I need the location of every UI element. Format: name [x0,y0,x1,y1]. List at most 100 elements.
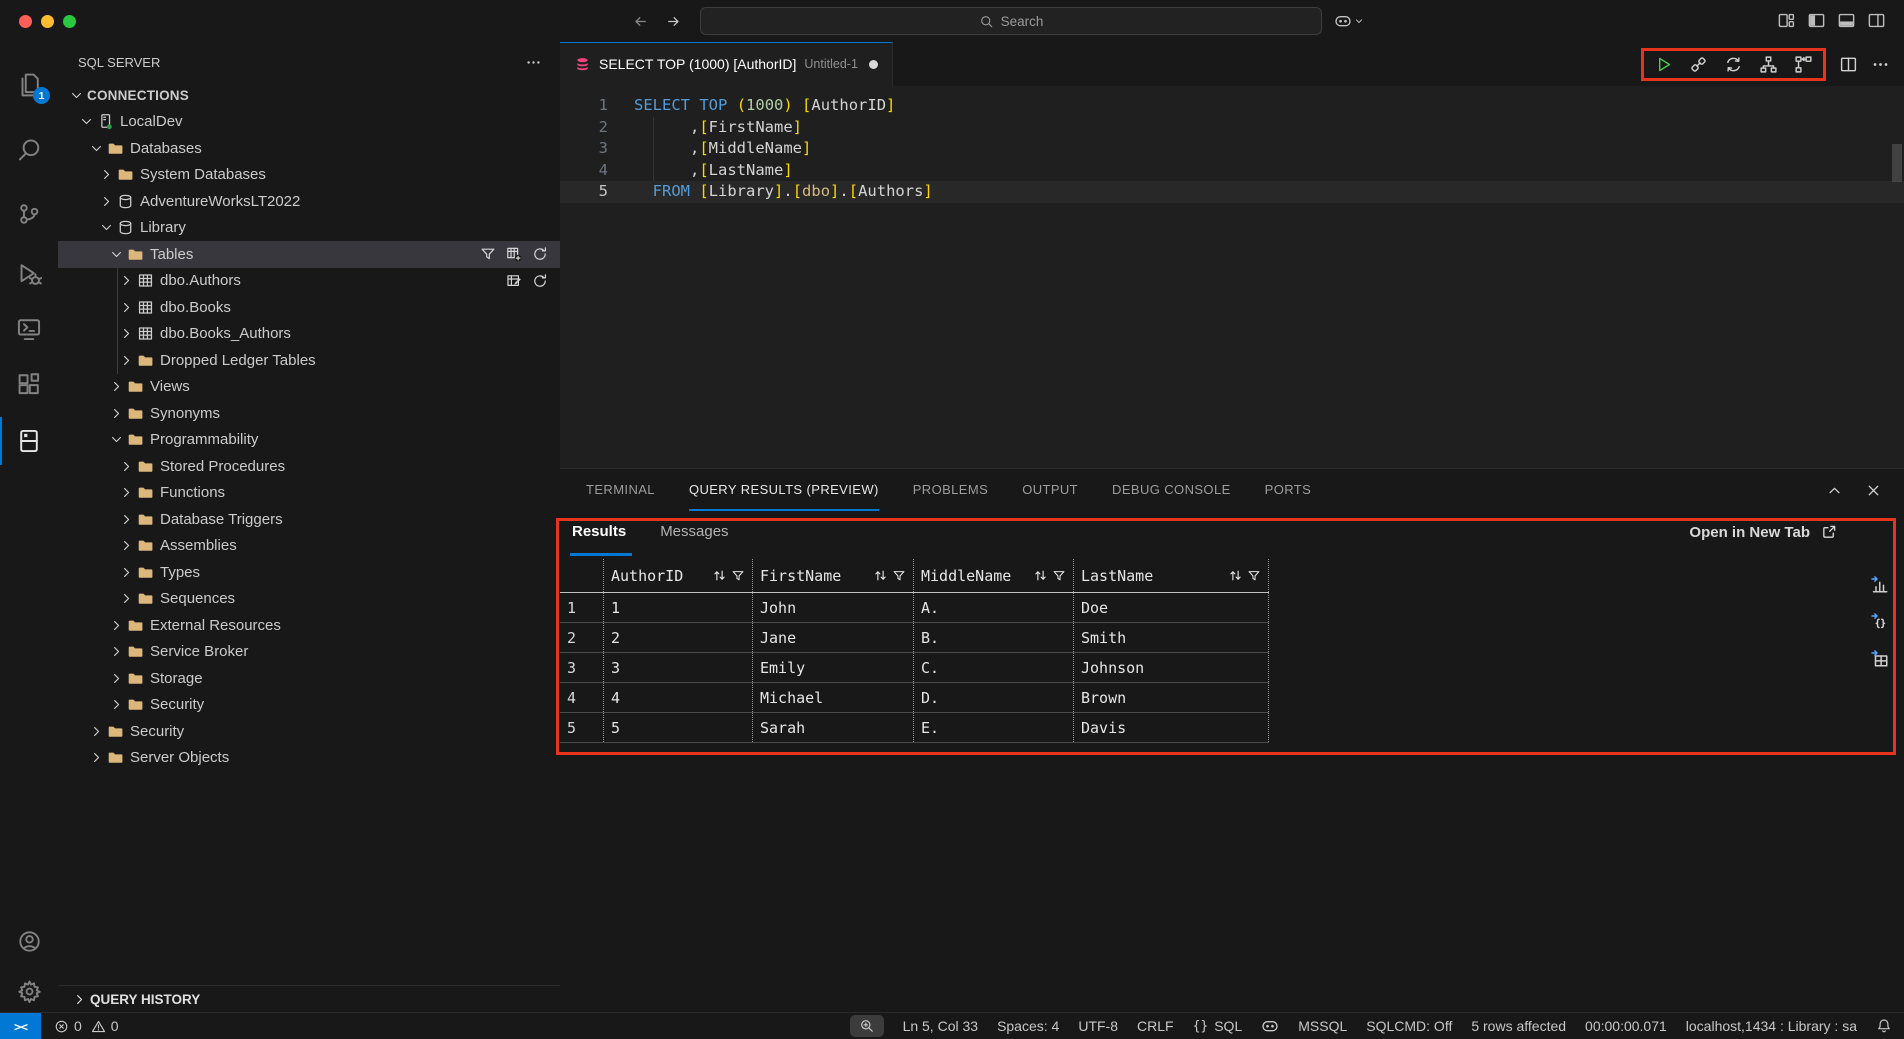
tree-item-functions[interactable]: Functions [58,480,560,507]
funnel-icon[interactable] [731,569,745,583]
code-line-5[interactable]: 5 FROM [Library].[dbo].[Authors] [560,181,1904,203]
activity-item-search[interactable] [0,126,58,174]
back-button[interactable] [632,13,649,30]
tree-item-tables[interactable]: Tables [58,241,560,268]
row-number[interactable]: 5 [560,713,604,743]
panel-tab-debug-console[interactable]: DEBUG CONSOLE [1112,469,1231,511]
code-line-4[interactable]: 4 ,[LastName] [560,160,1904,182]
grid-cell[interactable]: John [753,593,914,623]
forward-button[interactable] [665,13,682,30]
tree-item-library[interactable]: Library [58,215,560,242]
act-plan-button[interactable] [1794,55,1813,74]
new-table-button[interactable] [506,246,522,262]
open-in-new-tab-button[interactable]: Open in New Tab [1689,523,1838,541]
funnel-icon[interactable] [1052,569,1066,583]
layout-sidebar-right-button[interactable] [1867,11,1886,30]
tree-item-sequences[interactable]: Sequences [58,586,560,613]
close-panel-button[interactable] [1865,482,1882,499]
save-csv-button[interactable] [1870,575,1890,595]
tree-item-dbo-books-authors[interactable]: dbo.Books_Authors [58,321,560,348]
grid-cell[interactable]: Johnson [1074,653,1269,683]
edit-data-button[interactable] [506,273,522,289]
est-plan-button[interactable] [1759,55,1778,74]
disconnect-button[interactable] [1689,55,1708,74]
tree-item-storage[interactable]: Storage [58,665,560,692]
panel-tab-query-results-preview-[interactable]: QUERY RESULTS (PREVIEW) [689,469,879,511]
row-number[interactable]: 3 [560,653,604,683]
row-number[interactable]: 1 [560,593,604,623]
tree-item-dbo-authors[interactable]: dbo.Authors [58,268,560,295]
code-line-2[interactable]: 2 ,[FirstName] [560,117,1904,139]
activity-item-sql-server[interactable] [0,417,58,465]
grid-cell[interactable]: Brown [1074,683,1269,713]
tree-item-dropped-ledger-tables[interactable]: Dropped Ledger Tables [58,347,560,374]
activity-item-settings[interactable] [0,967,58,1015]
panel-tab-ports[interactable]: PORTS [1265,469,1312,511]
status-mssql-status[interactable]: MSSQL [1298,1018,1347,1034]
row-number[interactable]: 2 [560,623,604,653]
command-center-search[interactable]: Search [700,7,1322,35]
panel-tab-terminal[interactable]: TERMINAL [586,469,655,511]
status-connection-info[interactable]: localhost,1434 : Library : sa [1686,1018,1857,1034]
activity-item-run-and-debug[interactable] [0,250,58,298]
grid-cell[interactable]: Davis [1074,713,1269,743]
funnel-icon[interactable] [1247,569,1261,583]
tree-item-types[interactable]: Types [58,559,560,586]
grid-cell[interactable]: 5 [604,713,753,743]
grid-cell[interactable]: D. [914,683,1074,713]
activity-item-accounts[interactable] [0,917,58,965]
problems-indicator[interactable]: 0 0 [54,1018,119,1034]
editor-tab[interactable]: SELECT TOP (1000) [AuthorID] Untitled-1 [560,42,893,86]
tree-item-external-resources[interactable]: External Resources [58,612,560,639]
minimize-window-button[interactable] [41,15,54,28]
grid-cell[interactable]: A. [914,593,1074,623]
tree-item-synonyms[interactable]: Synonyms [58,400,560,427]
status-sqlcmd-status[interactable]: SQLCMD: Off [1366,1018,1452,1034]
tree-item-stored-procedures[interactable]: Stored Procedures [58,453,560,480]
tree-item-dbo-books[interactable]: dbo.Books [58,294,560,321]
status-rows-affected[interactable]: 5 rows affected [1471,1018,1566,1034]
panel-tab-problems[interactable]: PROBLEMS [913,469,988,511]
copilot-menu-button[interactable] [1334,12,1365,30]
tree-item-assemblies[interactable]: Assemblies [58,533,560,560]
activity-item-explorer[interactable]: 1 [0,60,58,108]
save-excel-button[interactable] [1870,649,1890,669]
layout-panel-button[interactable] [1837,11,1856,30]
activity-item-extensions[interactable] [0,360,58,408]
column-header-middlename[interactable]: MiddleName [914,559,1074,593]
status-encoding[interactable]: UTF-8 [1078,1018,1118,1034]
maximize-panel-button[interactable] [1826,482,1843,499]
tree-item-system-databases[interactable]: System Databases [58,162,560,189]
grid-cell[interactable]: Emily [753,653,914,683]
status-indentation[interactable]: Spaces: 4 [997,1018,1059,1034]
activity-item-source-control[interactable] [0,190,58,238]
code-editor[interactable]: 1SELECT TOP (1000) [AuthorID]2 ,[FirstNa… [560,86,1904,468]
funnel-icon[interactable] [892,569,906,583]
sort-icon[interactable] [873,568,888,583]
tree-item-localdev[interactable]: LocalDev [58,109,560,136]
status-copilot-status[interactable] [1261,1017,1279,1035]
grid-cell[interactable]: E. [914,713,1074,743]
refresh-button[interactable] [532,246,548,262]
refresh-button[interactable] [532,273,548,289]
column-header-lastname[interactable]: LastName [1074,559,1269,593]
status-eol[interactable]: CRLF [1137,1018,1174,1034]
split-button[interactable] [1839,55,1858,74]
grid-cell[interactable]: B. [914,623,1074,653]
column-header-authorid[interactable]: AuthorID [604,559,753,593]
sort-icon[interactable] [712,568,727,583]
tree-item-server-objects[interactable]: Server Objects [58,745,560,772]
tree-section-connections[interactable]: CONNECTIONS [58,82,560,109]
grid-cell[interactable]: 3 [604,653,753,683]
close-window-button[interactable] [19,15,32,28]
grid-cell[interactable]: 4 [604,683,753,713]
results-tab-results[interactable]: Results [572,523,626,548]
layout-sidebar-button[interactable] [1807,11,1826,30]
tree-item-adventureworkslt2022[interactable]: AdventureWorksLT2022 [58,188,560,215]
activity-item-remote-explorer[interactable] [0,305,58,353]
panel-tab-output[interactable]: OUTPUT [1022,469,1078,511]
grid-cell[interactable]: C. [914,653,1074,683]
tree-item-programmability[interactable]: Programmability [58,427,560,454]
grid-cell[interactable]: 1 [604,593,753,623]
status-query-duration[interactable]: 00:00:00.071 [1585,1018,1667,1034]
